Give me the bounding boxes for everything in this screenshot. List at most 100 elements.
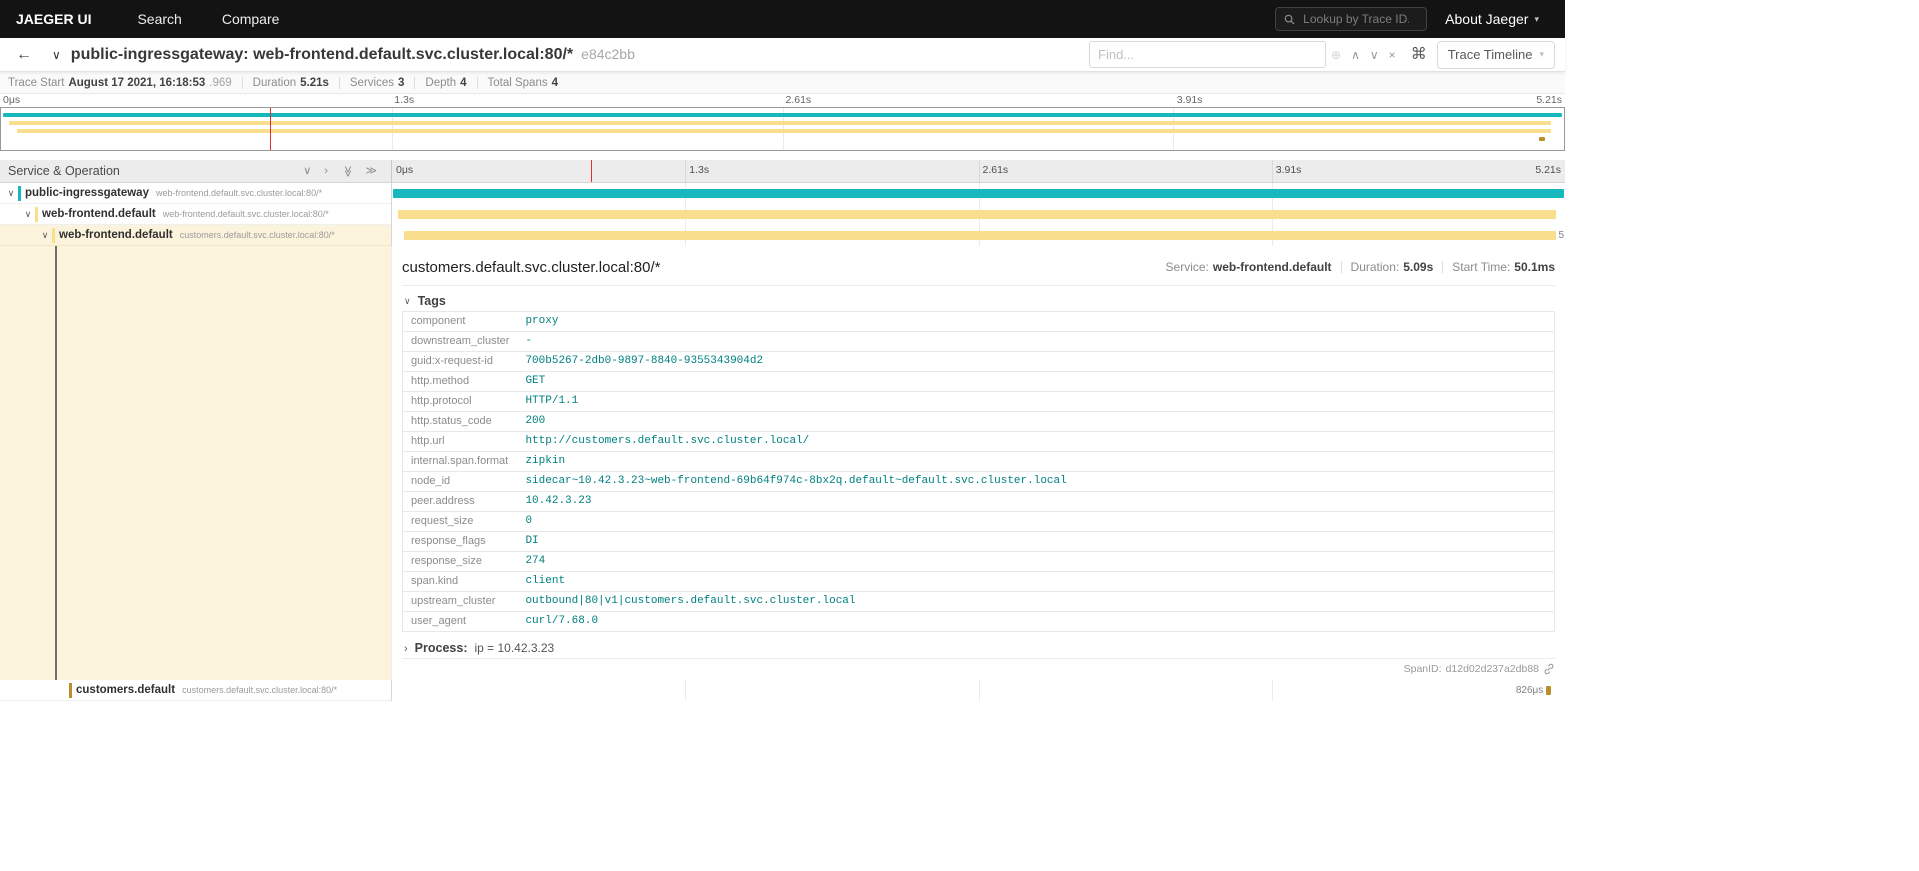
nav-item-search[interactable]: Search (117, 11, 201, 27)
tag-row[interactable]: response_flags DI (402, 532, 1555, 552)
span-toggle-icon[interactable]: ∨ (38, 230, 52, 241)
span-bar[interactable] (403, 231, 1556, 240)
tag-row[interactable]: response_size 274 (402, 552, 1555, 572)
tick-label: 3.91s (1275, 164, 1302, 176)
collapse-all-button[interactable]: ≫ (365, 164, 377, 177)
tag-value: 700b5267-2db0-9897-8840-9355343904d2 (525, 355, 764, 367)
tag-key: internal.span.format (411, 455, 509, 467)
chevron-down-icon: ∨ (303, 164, 312, 177)
tag-row[interactable]: peer.address 10.42.3.23 (402, 492, 1555, 512)
timeline-header-left: Service & Operation ∨ › ≫ ≫ (0, 160, 391, 182)
trace-start: Trace Start August 17 2021, 16:18:53.969 (8, 76, 232, 89)
trace-lookup-box[interactable] (1275, 7, 1428, 31)
close-icon: × (1388, 47, 1396, 62)
tag-row[interactable]: component proxy (402, 312, 1555, 332)
span-row-selected: ∨ web-frontend.default customers.default… (0, 225, 1565, 246)
tag-value: 274 (525, 555, 546, 567)
span-service-name: customers.default (76, 684, 176, 696)
trace-services: Services 3 (349, 76, 405, 89)
minimap-span-bar (2, 113, 1563, 117)
trace-summary-bar: Trace Start August 17 2021, 16:18:53.969… (0, 72, 1565, 94)
locate-span-button[interactable]: ⊕ (1326, 49, 1346, 61)
trace-page-header: ← ∨ public-ingressgateway: web-frontend.… (0, 38, 1565, 72)
tag-value: curl/7.68.0 (525, 615, 599, 627)
span-bar[interactable] (397, 210, 1556, 219)
find-clear-button[interactable]: × (1384, 49, 1401, 61)
span-name-cell[interactable]: ∨ public-ingressgateway web-frontend.def… (0, 183, 391, 204)
chevron-down-icon: ∨ (1369, 47, 1379, 62)
double-chevron-right-icon: ≫ (365, 164, 377, 177)
span-track[interactable] (391, 204, 1565, 225)
tag-value: zipkin (525, 455, 566, 467)
span-color-tick (35, 206, 38, 222)
expand-all-button[interactable]: ≫ (341, 165, 353, 177)
span-row: ∨ public-ingressgateway web-frontend.def… (0, 183, 1565, 204)
span-track[interactable]: 5.0 (391, 225, 1565, 246)
span-toggle-icon[interactable]: ∨ (21, 209, 35, 220)
timeline-ticks-header: 0μs 1.3s 2.61s 3.91s 5.21s (391, 160, 1565, 182)
span-name-cell[interactable]: ∨ web-frontend.default customers.default… (0, 225, 391, 246)
chevron-right-icon: › (404, 643, 408, 655)
span-color-tick (52, 227, 55, 243)
span-toggle-icon[interactable]: ∨ (4, 188, 18, 199)
caret-down-icon: ▾ (1534, 13, 1539, 24)
span-name-cell[interactable]: customers.default customers.default.svc.… (0, 680, 391, 701)
trace-view-select[interactable]: Trace Timeline ▾ (1436, 40, 1555, 69)
tag-value: 10.42.3.23 (525, 495, 592, 507)
expand-one-level-button[interactable]: ∨ (303, 164, 312, 177)
chevron-down-icon: ∨ (52, 47, 61, 62)
tag-value: GET (525, 375, 546, 387)
trace-header-controls: ⊕ ∧ ∨ × ⌘ Trace Timeline ▾ (1089, 40, 1555, 69)
tag-row[interactable]: request_size 0 (402, 512, 1555, 532)
trace-minimap[interactable] (0, 107, 1565, 151)
tag-row[interactable]: http.url http://customers.default.svc.clu… (402, 432, 1555, 452)
tag-row[interactable]: span.kind client (402, 572, 1555, 592)
tag-key: response_size (411, 555, 482, 567)
tag-row[interactable]: node_id sidecar~10.42.3.23~web-frontend-6… (402, 472, 1555, 492)
span-row: customers.default customers.default.svc.… (0, 680, 1565, 701)
link-icon[interactable] (1543, 663, 1555, 675)
search-icon (1284, 14, 1295, 25)
collapse-one-level-button[interactable]: › (324, 165, 328, 177)
tag-row[interactable]: downstream_cluster - (402, 332, 1555, 352)
process-section-toggle[interactable]: › Process: ip = 10.42.3.23 (402, 641, 1555, 655)
span-track[interactable] (391, 183, 1565, 204)
tag-key: user_agent (411, 615, 467, 627)
app-logo[interactable]: JAEGER UI (0, 11, 117, 27)
find-input[interactable] (1089, 41, 1327, 68)
trace-lookup-input[interactable] (1301, 11, 1412, 27)
back-button[interactable]: ← (8, 46, 40, 63)
trace-id: e84c2bb (581, 45, 635, 62)
tag-row[interactable]: guid:x-request-id 700b5267-2db0-9897-8840… (402, 352, 1555, 372)
tag-key: upstream_cluster (411, 595, 496, 607)
tag-row[interactable]: http.status_code 200 (402, 412, 1555, 432)
tag-key: downstream_cluster (411, 335, 510, 347)
tag-row[interactable]: upstream_cluster outbound|80|v1|customers… (402, 592, 1555, 612)
span-bar[interactable] (393, 189, 1564, 198)
span-detail-indent (0, 246, 391, 680)
nav-item-compare[interactable]: Compare (202, 11, 300, 27)
find-prev-button[interactable]: ∧ (1346, 49, 1365, 61)
tag-row[interactable]: http.method GET (402, 372, 1555, 392)
divider (402, 285, 1555, 286)
tick-label: 5.21s (1535, 164, 1561, 176)
tag-row[interactable]: user_agent curl/7.68.0 (402, 612, 1555, 632)
grid-line (978, 680, 980, 701)
tags-section-toggle[interactable]: ∨ Tags (402, 291, 1555, 311)
tag-key: http.protocol (411, 395, 472, 407)
about-menu[interactable]: About Jaeger ▾ (1445, 11, 1565, 27)
span-name-cell[interactable]: ∨ web-frontend.default web-frontend.defa… (0, 204, 391, 225)
keyboard-icon: ⌘ (1410, 45, 1427, 63)
span-track[interactable]: 826μs (391, 680, 1565, 701)
tag-row[interactable]: http.protocol HTTP/1.1 (402, 392, 1555, 412)
tag-row[interactable]: internal.span.format zipkin (402, 452, 1555, 472)
service-operation-header: Service & Operation (8, 164, 120, 178)
keyboard-shortcuts-button[interactable]: ⌘ (1401, 45, 1437, 63)
find-next-button[interactable]: ∨ (1365, 49, 1384, 61)
grid-line (978, 160, 980, 182)
span-bar[interactable] (1546, 686, 1551, 695)
jaeger-app: JAEGER UI Search Compare About Jaeger ▾ … (0, 0, 1565, 871)
minimap-span-bar (1538, 137, 1546, 141)
trace-collapse-toggle[interactable]: ∨ (40, 48, 67, 62)
minimap-span-bar (16, 129, 1552, 133)
